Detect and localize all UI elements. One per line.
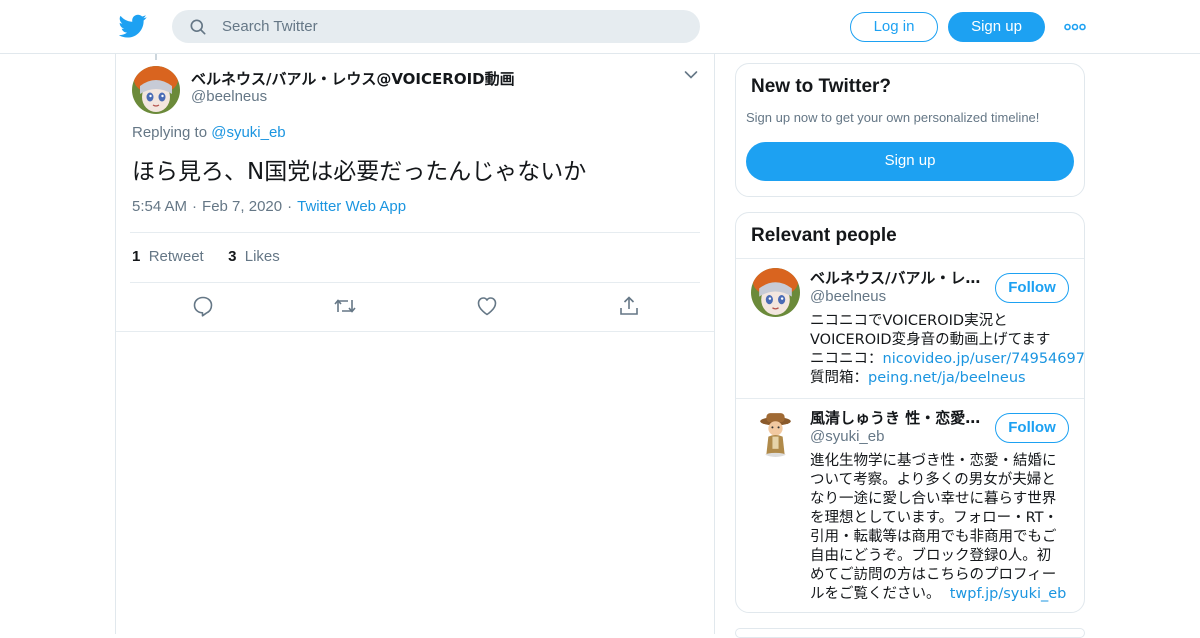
more-dots-icon[interactable] (1064, 18, 1086, 36)
person-item: 風清しゅうき 性・恋愛・結婚考察 @syuki_eb Follow 進化生物学に… (736, 398, 1084, 613)
follow-button[interactable]: Follow (995, 413, 1069, 443)
retweet-label: Retweet (148, 248, 204, 265)
search-input[interactable] (222, 10, 682, 43)
anime-avatar-image (132, 66, 180, 114)
person-name[interactable]: ベルネウス/バアル・レウス@VOICEROID動画 (810, 267, 982, 288)
likes-stat[interactable]: 3 Likes (228, 248, 280, 265)
replying-to-link[interactable]: @syuki_eb (211, 124, 285, 141)
likes-label: Likes (244, 248, 280, 265)
tweet-metadata: 5:54 AM · Feb 7, 2020 · Twitter Web App (132, 198, 406, 215)
person-bio: 進化生物学に基づき性・恋愛・結婚に ついて考察。より多くの男女が夫婦と なり一途… (810, 452, 1072, 604)
signup-card-button[interactable]: Sign up (746, 142, 1074, 181)
bio-line: VOICEROID変身音の動画上げてます (810, 332, 1051, 348)
bio-link-prefix: 質問箱： (810, 370, 868, 386)
new-to-twitter-card: New to Twitter? Sign up now to get your … (735, 63, 1085, 197)
tweet-detail-column: ベルネウス/バアル・レウス@VOICEROID動画 @beelneus Repl… (115, 54, 715, 634)
bio-line: ルをご覧ください。 twpf.jp/syuki_eb (810, 585, 1072, 604)
retweet-count: 1 (132, 248, 141, 265)
bio-line: めてご訪問の方はこちらのプロフィー (810, 567, 1057, 583)
bio-line: ニコニコでVOICEROID実況と (810, 313, 1008, 329)
tweet-stats: 1 Retweet 3 Likes (132, 248, 280, 265)
tweet-text: ほら見ろ、N国党は必要だったんじゃないか (132, 159, 587, 185)
author-avatar[interactable] (132, 66, 180, 114)
relevant-people-card: Relevant people ベルネウス/バアル・レウス@VOICEROID動… (735, 212, 1085, 613)
login-button[interactable]: Log in (850, 12, 938, 42)
author-handle[interactable]: @beelneus (191, 88, 267, 105)
replying-to-line: Replying to @syuki_eb (132, 124, 286, 141)
new-to-twitter-subtitle: Sign up now to get your own personalized… (746, 110, 1040, 125)
bio-text: ルをご覧ください。 (810, 586, 941, 602)
divider (116, 331, 714, 332)
bio-link[interactable]: peing.net/ja/beelneus (868, 370, 1026, 386)
person-name[interactable]: 風清しゅうき 性・恋愛・結婚考察 (810, 407, 982, 428)
bio-link[interactable]: twpf.jp/syuki_eb (950, 586, 1067, 602)
tweet-source-link[interactable]: Twitter Web App (297, 198, 406, 215)
likes-count: 3 (228, 248, 237, 265)
bio-line: ニコニコ：nicovideo.jp/user/74954697 (810, 350, 1085, 369)
bio-line: 自由にどうぞ。ブロック登録0人。初 (810, 548, 1052, 564)
person-item: ベルネウス/バアル・レウス@VOICEROID動画 @beelneus Foll… (736, 258, 1085, 398)
bio-line: 引用・転載等は商用でも非商用でもご (810, 529, 1057, 545)
person-handle[interactable]: @syuki_eb (810, 428, 884, 445)
explorer-avatar-image (751, 408, 800, 457)
bio-link[interactable]: nicovideo.jp/user/74954697 (883, 351, 1085, 367)
tweet-date[interactable]: Feb 7, 2020 (202, 198, 282, 215)
meta-separator: · (287, 198, 293, 215)
relevant-people-title: Relevant people (751, 225, 897, 246)
person-handle[interactable]: @beelneus (810, 288, 886, 305)
bio-line: なり一途に愛し合い幸せに暮らす世界 (810, 491, 1057, 507)
share-icon[interactable] (617, 294, 641, 318)
person-avatar[interactable] (751, 408, 800, 457)
retweet-icon[interactable] (333, 294, 357, 318)
follow-button[interactable]: Follow (995, 273, 1069, 303)
person-bio: ニコニコでVOICEROID実況と VOICEROID変身音の動画上げてます ニ… (810, 312, 1085, 388)
bio-link-prefix: ニコニコ： (810, 351, 883, 367)
retweet-stat[interactable]: 1 Retweet (132, 248, 204, 265)
bio-line: を理想としています。フォロー・RT・ (810, 510, 1058, 526)
meta-separator: · (192, 198, 198, 215)
top-navigation-bar: Log in Sign up (0, 0, 1200, 54)
author-name[interactable]: ベルネウス/バアル・レウス@VOICEROID動画 (191, 68, 515, 89)
new-to-twitter-title: New to Twitter? (751, 76, 892, 97)
like-heart-icon[interactable] (475, 294, 499, 318)
reply-icon[interactable] (191, 294, 215, 318)
replying-prefix: Replying to (132, 124, 208, 141)
signup-button[interactable]: Sign up (948, 12, 1045, 42)
person-avatar[interactable] (751, 268, 800, 317)
bio-line: 進化生物学に基づき性・恋愛・結婚に (810, 453, 1057, 469)
anime-avatar-image (751, 268, 800, 317)
thread-connector-line (155, 54, 157, 60)
search-bar[interactable] (172, 10, 700, 43)
tweet-time[interactable]: 5:54 AM (132, 198, 187, 215)
tweet-actions (116, 282, 714, 332)
bio-line: 質問箱：peing.net/ja/beelneus (810, 369, 1072, 388)
divider (130, 232, 700, 233)
search-icon (190, 19, 206, 35)
chevron-down-icon[interactable] (684, 70, 698, 80)
bio-line: ついて考察。より多くの男女が夫婦と (810, 472, 1056, 488)
twitter-bird-icon[interactable] (119, 12, 147, 40)
